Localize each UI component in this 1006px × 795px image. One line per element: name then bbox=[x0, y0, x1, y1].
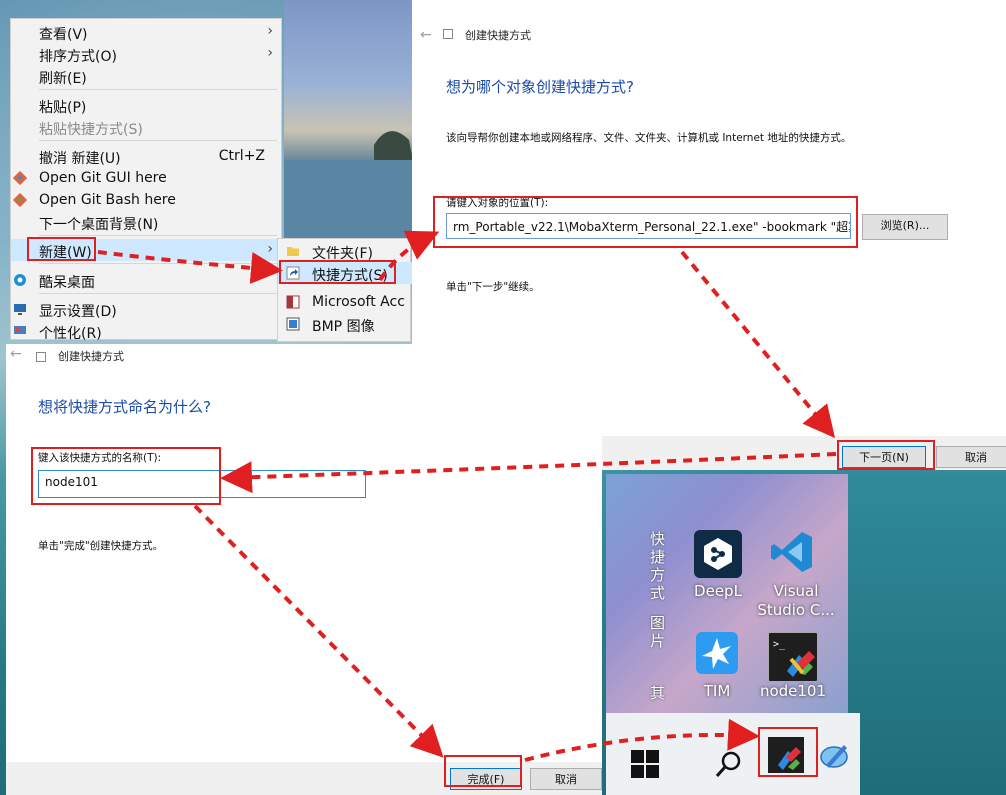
arrow-name-to-finish bbox=[193, 504, 444, 758]
arrow-new-to-shortcut bbox=[97, 250, 283, 284]
arrow-location-to-next bbox=[680, 250, 836, 439]
arrow-next-to-name bbox=[220, 452, 837, 494]
flow-arrows bbox=[97, 230, 837, 762]
arrow-finish-to-taskbar bbox=[524, 718, 760, 762]
arrow-shortcut-to-location bbox=[378, 230, 440, 282]
